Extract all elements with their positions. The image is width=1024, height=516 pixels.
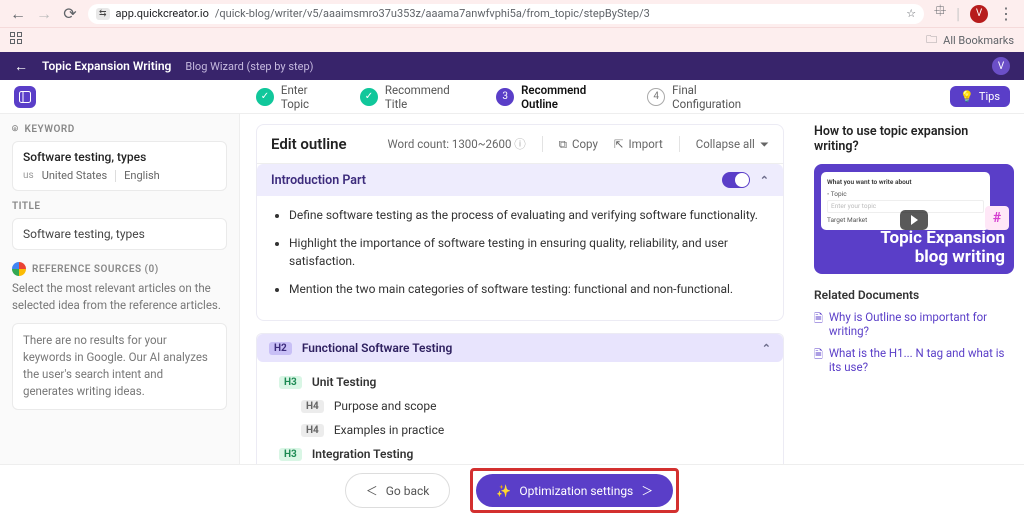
nav-forward-icon: → [36, 6, 52, 22]
import-button[interactable]: ⇱Import [614, 137, 663, 151]
copy-icon: ⧉ [559, 137, 567, 152]
url-host: app.quickcreator.io [116, 7, 209, 20]
h3-tag: H3 [279, 376, 302, 389]
tutorial-video-card[interactable]: What you want to write about • Topic Ent… [814, 164, 1014, 274]
extensions-icon[interactable]: ⯐ [934, 0, 946, 27]
google-icon [12, 262, 26, 276]
user-avatar[interactable]: V [992, 57, 1010, 75]
introduction-bullets: Define software testing as the process o… [257, 196, 783, 320]
tips-button[interactable]: 💡 Tips [950, 86, 1010, 107]
video-caption: Topic Expansionblog writing [823, 229, 1005, 268]
h3-tag: H3 [279, 448, 302, 461]
doc-icon: 🗎 [814, 346, 823, 365]
chevron-up-icon[interactable]: ⌃ [760, 174, 769, 187]
copy-button[interactable]: ⧉Copy [559, 137, 598, 152]
keyword-icon: ⌾ [12, 124, 19, 135]
language-name: English [124, 169, 160, 182]
lightbulb-icon: 💡 [960, 90, 974, 103]
h2-tag: H2 [269, 342, 292, 355]
bookmarks-bar: 🗀 All Bookmarks [0, 28, 1024, 52]
footer-bar: ＜ Go back ✨ Optimization settings ＞ [0, 464, 1024, 516]
apps-icon[interactable] [10, 32, 26, 48]
country-code: us [23, 170, 34, 181]
chevron-right-icon: ＞ [641, 482, 653, 499]
related-doc-link[interactable]: 🗎What is the H1... N tag and what is its… [814, 346, 1010, 374]
step-recommend-outline[interactable]: 3Recommend Outline [496, 83, 625, 111]
toggle-sidebar-button[interactable] [14, 86, 36, 108]
right-sidebar: How to use topic expansion writing? What… [800, 114, 1024, 464]
optimization-settings-button[interactable]: ✨ Optimization settings ＞ [476, 474, 673, 507]
all-bookmarks-link[interactable]: 🗀 All Bookmarks [926, 31, 1014, 50]
bookmark-star-icon[interactable]: ☆ [906, 7, 916, 20]
keyword-card[interactable]: Software testing, types us United States… [12, 141, 227, 191]
outline-node-h4[interactable]: H4Examples in practice [271, 418, 769, 442]
outline-editor: Edit outline Word count: 1300~2600 ⓘ ⧉Co… [240, 114, 800, 464]
related-docs-title: Related Documents [814, 288, 1010, 302]
intro-bullet[interactable]: Highlight the importance of software tes… [289, 234, 765, 270]
go-back-button[interactable]: ＜ Go back [345, 473, 451, 508]
chevron-left-icon: ＜ [366, 482, 378, 499]
title-section-label: TITLE [12, 201, 227, 212]
introduction-section-header[interactable]: Introduction Part ⌃ [257, 164, 783, 196]
optimization-highlight: ✨ Optimization settings ＞ [470, 468, 679, 513]
outline-node-h3[interactable]: H3Integration Testing [271, 442, 769, 464]
magic-wand-icon: ✨ [496, 484, 511, 498]
page-title: Topic Expansion Writing [42, 59, 171, 73]
country-name: United States [42, 169, 107, 182]
browser-toolbar: ← → ⟳ ⇆ app.quickcreator.io/quick-blog/w… [0, 0, 1024, 28]
reference-empty-message: There are no results for your keywords i… [12, 323, 227, 410]
info-icon[interactable]: ⓘ [514, 137, 526, 151]
h4-tag: H4 [301, 424, 324, 437]
reference-sources-label: REFERENCE SOURCES (0) [12, 262, 227, 276]
h4-tag: H4 [301, 400, 324, 413]
title-card[interactable]: Software testing, types [12, 218, 227, 250]
edit-outline-title: Edit outline [271, 135, 347, 153]
profile-avatar[interactable]: V [970, 5, 988, 23]
site-info-icon[interactable]: ⇆ [96, 8, 110, 20]
intro-bullet[interactable]: Define software testing as the process o… [289, 206, 765, 224]
nav-back-icon[interactable]: ← [10, 6, 26, 22]
url-bar[interactable]: ⇆ app.quickcreator.io/quick-blog/writer/… [88, 4, 924, 24]
step-final-configuration[interactable]: 4Final Configuration [647, 83, 768, 111]
howto-title: How to use topic expansion writing? [814, 124, 1010, 154]
chevron-up-icon[interactable]: ⌃ [762, 342, 771, 355]
doc-icon: 🗎 [814, 310, 823, 329]
stepper-bar: ✓Enter Topic ✓Recommend Title 3Recommend… [0, 80, 1024, 114]
app-header: ← Topic Expansion Writing Blog Wizard (s… [0, 52, 1024, 80]
outline-node-h4[interactable]: H4Purpose and scope [271, 394, 769, 418]
page-subtitle: Blog Wizard (step by step) [185, 60, 313, 73]
outline-node-h3[interactable]: H3Unit Testing [271, 370, 769, 394]
reference-help-text: Select the most relevant articles on the… [12, 280, 227, 315]
app-back-icon[interactable]: ← [14, 58, 28, 75]
left-sidebar: ⌾ KEYWORD Software testing, types us Uni… [0, 114, 240, 464]
intro-bullet[interactable]: Mention the two main categories of softw… [289, 280, 765, 298]
step-enter-topic[interactable]: ✓Enter Topic [256, 83, 338, 111]
keyword-section-label: ⌾ KEYWORD [12, 124, 227, 135]
word-count-label: Word count: 1300~2600 ⓘ [388, 136, 526, 152]
chrome-menu-icon[interactable]: ⋮ [998, 4, 1014, 23]
collapse-icon: ⏷ [760, 137, 769, 152]
hashtag-icon: # [985, 206, 1009, 230]
import-icon: ⇱ [614, 137, 624, 151]
folder-icon: 🗀 [926, 31, 937, 50]
related-doc-link[interactable]: 🗎Why is Outline so important for writing… [814, 310, 1010, 338]
collapse-all-button[interactable]: Collapse all⏷ [696, 137, 769, 152]
h2-section-header[interactable]: H2 Functional Software Testing ⌃ [257, 334, 783, 362]
step-recommend-title[interactable]: ✓Recommend Title [360, 83, 474, 111]
intro-toggle[interactable] [722, 172, 750, 188]
url-path: /quick-blog/writer/v5/aaaimsmro37u353z/a… [215, 7, 650, 20]
keyword-value: Software testing, types [23, 150, 216, 164]
nav-reload-icon[interactable]: ⟳ [62, 6, 78, 22]
